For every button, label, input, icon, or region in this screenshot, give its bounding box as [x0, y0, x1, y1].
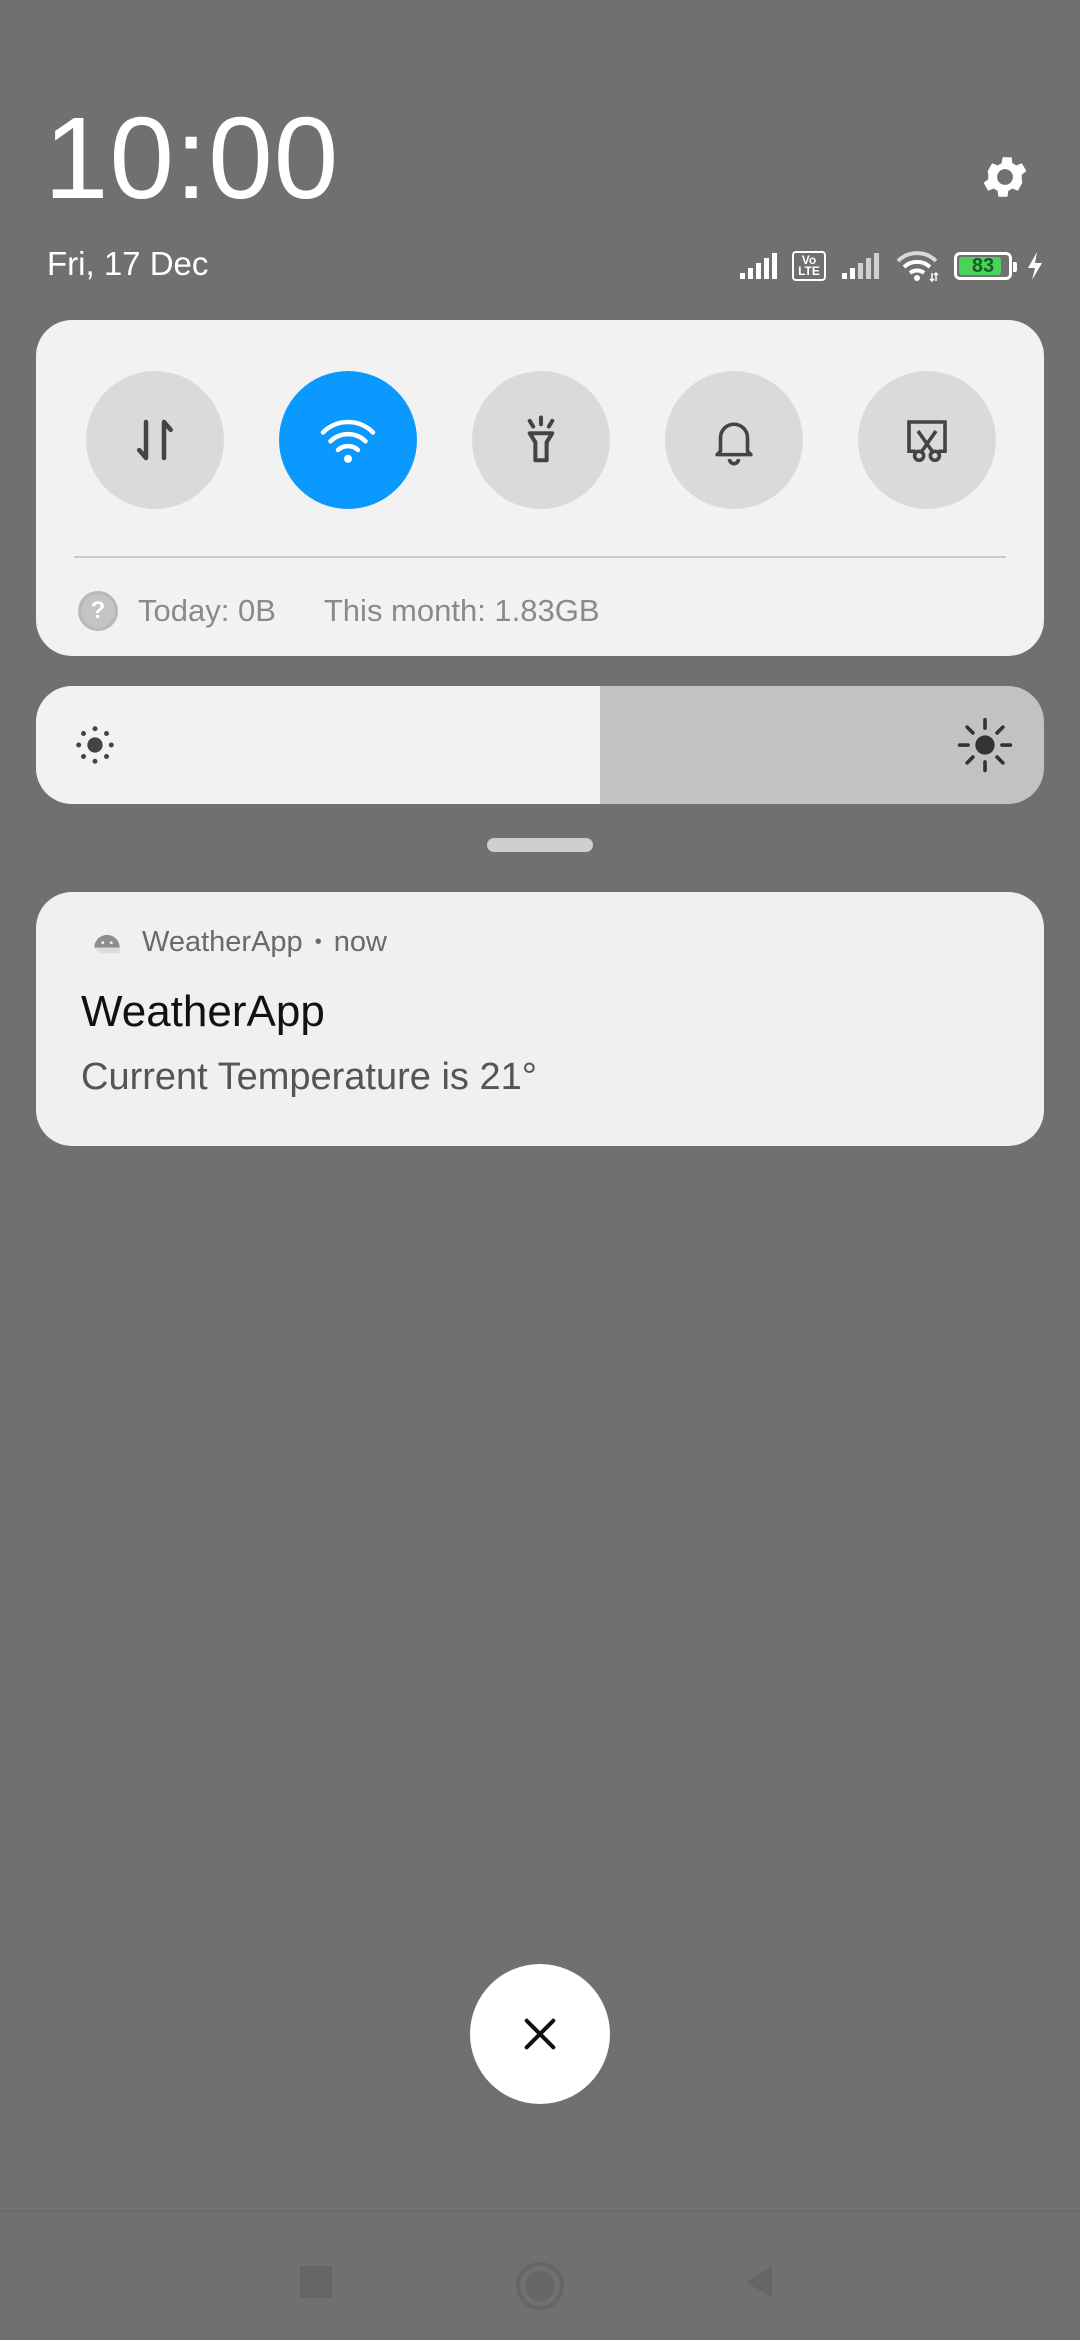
clock: 10:00 [44, 93, 340, 223]
wifi-icon [896, 251, 939, 283]
charging-bolt-icon [1028, 252, 1042, 280]
recents-button[interactable] [296, 2262, 336, 2302]
screenshot-icon [907, 420, 947, 463]
navigation-bar [0, 2210, 1080, 2340]
wifi-icon [320, 419, 376, 463]
notification-separator: • [314, 930, 322, 953]
notification-body: Current Temperature is 21° [81, 1056, 537, 1098]
battery-level: 83 [971, 255, 995, 277]
flashlight-toggle[interactable] [472, 371, 610, 509]
help-icon: ? [78, 591, 118, 631]
notification-header: WeatherApp • now [90, 922, 387, 962]
signal-strength-icon [842, 253, 879, 279]
divider [74, 556, 1006, 558]
back-button[interactable] [740, 2262, 780, 2302]
home-button[interactable] [514, 2260, 566, 2312]
mobile-data-toggle[interactable] [86, 371, 224, 509]
notification-app-name: WeatherApp [142, 925, 303, 958]
notification-card[interactable]: WeatherApp • now WeatherApp Current Temp… [36, 892, 1044, 1146]
brightness-high-icon [957, 717, 1013, 773]
settings-button[interactable] [974, 146, 1036, 208]
date: Fri, 17 Dec [47, 245, 209, 282]
clear-all-button[interactable] [470, 1964, 610, 2104]
data-usage-month: This month: 1.83GB [323, 593, 600, 628]
data-transfer-icon [137, 419, 173, 461]
flashlight-icon [527, 415, 555, 463]
status-icons: Vo LTE 83 [738, 246, 1044, 286]
brightness-fill [36, 686, 601, 804]
data-usage[interactable]: ? Today: 0B This month: 1.83GB [78, 586, 600, 636]
sound-toggle[interactable] [665, 371, 803, 509]
notification-title: WeatherApp [81, 987, 325, 1036]
quick-settings-panel: ? Today: 0B This month: 1.83GB [36, 320, 1044, 656]
battery-icon: 83 [954, 252, 1017, 280]
gear-icon [983, 157, 1027, 197]
volte-icon: Vo LTE [792, 251, 826, 281]
screenshot-toggle[interactable] [858, 371, 996, 509]
data-usage-today: Today: 0B [138, 593, 276, 628]
bell-icon [715, 422, 753, 466]
square-icon [300, 2266, 332, 2298]
signal-strength-icon [740, 253, 777, 279]
android-app-icon [94, 934, 120, 954]
notification-time: now [333, 925, 387, 958]
panel-drag-handle[interactable] [487, 838, 593, 852]
close-icon [524, 2018, 556, 2050]
brightness-slider[interactable] [36, 686, 1044, 804]
volte-bottom-label: LTE [798, 264, 820, 278]
notification-shade: 10:00 Fri, 17 Dec Vo LTE 83 ? Today: 0B … [0, 0, 1080, 2340]
circle-icon [516, 2262, 564, 2310]
wifi-toggle[interactable] [279, 371, 417, 509]
back-triangle-icon [746, 2266, 772, 2298]
brightness-low-icon [76, 726, 114, 764]
